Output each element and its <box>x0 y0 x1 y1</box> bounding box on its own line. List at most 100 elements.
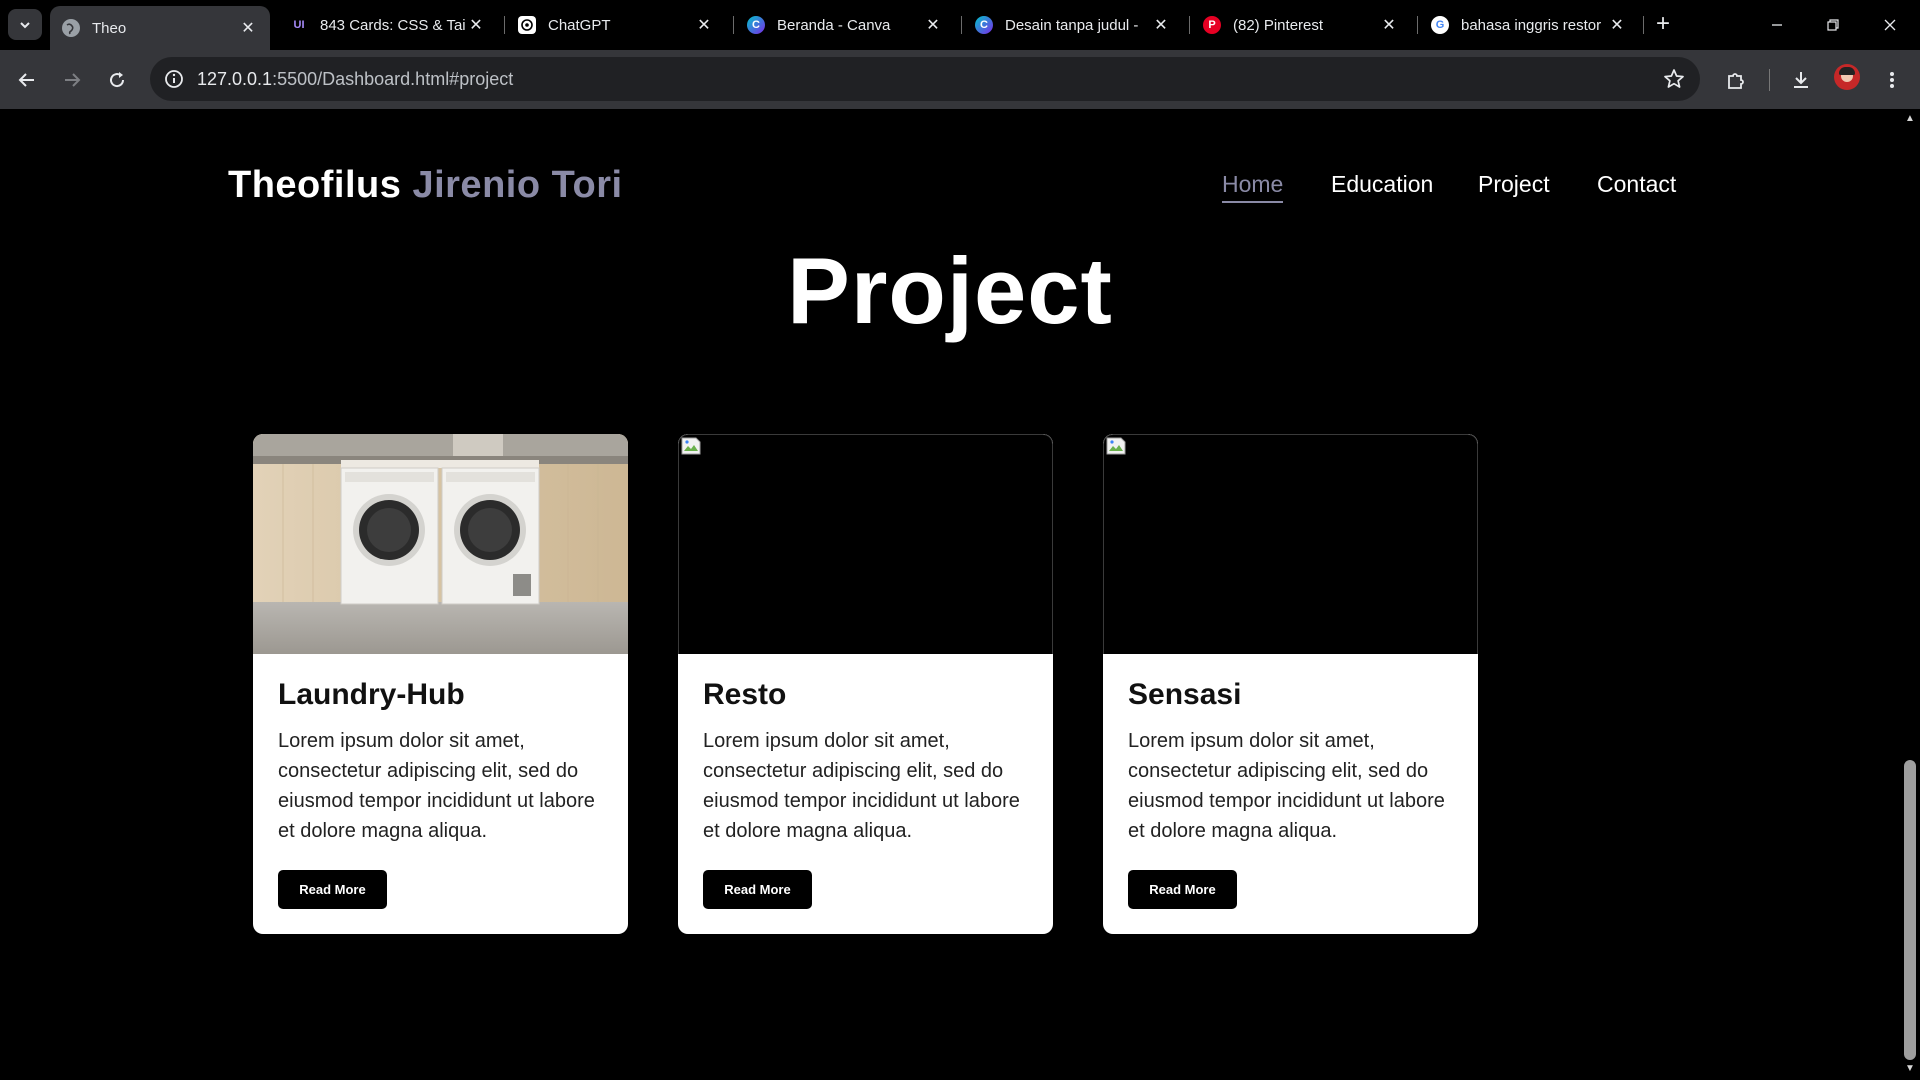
tab-title: ChatGPT <box>548 16 611 34</box>
toolbar-divider <box>1769 69 1770 91</box>
canva-icon: C <box>975 16 993 34</box>
tab-separator <box>1417 16 1418 34</box>
card-title: Resto <box>703 678 787 711</box>
site-header: Theofilus Jirenio Tori Home Education Pr… <box>0 109 1900 209</box>
nav-education[interactable]: Education <box>1331 171 1433 198</box>
section-title: Project <box>787 238 1113 343</box>
site-info-button[interactable] <box>160 65 188 93</box>
canva-icon: C <box>747 16 765 34</box>
nav-project[interactable]: Project <box>1478 171 1550 198</box>
tab-separator <box>733 16 734 34</box>
minimize-button[interactable] <box>1757 10 1797 40</box>
project-image <box>678 434 1053 654</box>
close-tab-icon[interactable]: ✕ <box>1379 15 1399 35</box>
extensions-button[interactable] <box>1720 64 1752 96</box>
tab-chatgpt[interactable]: ChatGPT ✕ <box>506 7 726 43</box>
read-more-button[interactable]: Read More <box>278 870 387 909</box>
card-title: Sensasi <box>1128 678 1242 711</box>
project-card-laundry-hub: Laundry-Hub Lorem ipsum dolor sit amet, … <box>253 434 628 934</box>
puzzle-icon <box>1728 73 1744 89</box>
avatar-hair <box>1839 67 1855 75</box>
bookmark-button[interactable] <box>1662 67 1686 91</box>
tab-title: bahasa inggris restor <box>1461 16 1602 34</box>
page-viewport: Theofilus Jirenio Tori Home Education Pr… <box>0 109 1900 1080</box>
reload-icon <box>110 72 125 88</box>
tab-pinterest[interactable]: P (82) Pinterest ✕ <box>1191 7 1411 43</box>
page-scrollbar[interactable]: ▲ ▼ <box>1900 109 1920 1080</box>
close-tab-icon[interactable]: ✕ <box>1607 15 1627 35</box>
close-tab-icon[interactable]: ✕ <box>238 18 258 38</box>
reload-button[interactable] <box>101 64 133 96</box>
washing-machines-photo <box>253 434 628 654</box>
project-image <box>1103 434 1478 654</box>
broken-image-icon <box>1106 437 1126 455</box>
card-description: Lorem ipsum dolor sit amet, consectetur … <box>703 730 1020 842</box>
close-icon <box>1884 19 1896 31</box>
star-icon <box>1664 69 1684 88</box>
back-button[interactable] <box>11 64 43 96</box>
minimize-icon <box>1772 24 1782 26</box>
menu-button[interactable] <box>1876 64 1908 96</box>
project-card-resto: Resto Lorem ipsum dolor sit amet, consec… <box>678 434 1053 934</box>
address-bar[interactable]: 127.0.0.1:5500/Dashboard.html#project <box>150 57 1700 101</box>
tab-strip: Theo ✕ UI 843 Cards: CSS & Tai ✕ ChatGPT… <box>0 0 1920 50</box>
card-description: Lorem ipsum dolor sit amet, consectetur … <box>1128 730 1445 842</box>
tab-title: Beranda - Canva <box>777 16 891 34</box>
url-text: 127.0.0.1:5500/Dashboard.html#project <box>197 69 513 90</box>
tab-separator <box>961 16 962 34</box>
broken-image-icon <box>681 437 701 455</box>
tab-title: Theo <box>92 19 127 37</box>
tab-title: Desain tanpa judul - <box>1005 16 1139 34</box>
restore-button[interactable] <box>1813 10 1853 40</box>
tab-canva-design[interactable]: C Desain tanpa judul - ✕ <box>963 7 1183 43</box>
arrow-right-icon <box>65 73 81 87</box>
url-host: 127.0.0.1 <box>197 69 273 89</box>
read-more-button[interactable]: Read More <box>1128 870 1237 909</box>
read-more-button[interactable]: Read More <box>703 870 812 909</box>
card-title: Laundry-Hub <box>278 678 465 711</box>
info-icon <box>165 70 183 88</box>
site-brand[interactable]: Theofilus Jirenio Tori <box>228 164 623 207</box>
browser-toolbar: 127.0.0.1:5500/Dashboard.html#project <box>0 50 1920 109</box>
tab-search-button[interactable] <box>8 9 42 40</box>
forward-button[interactable] <box>56 64 88 96</box>
close-tab-icon[interactable]: ✕ <box>1151 15 1171 35</box>
pinterest-icon: P <box>1203 16 1221 34</box>
url-path: :5500/Dashboard.html#project <box>272 69 514 89</box>
profile-avatar[interactable] <box>1834 64 1860 90</box>
close-tab-icon[interactable]: ✕ <box>694 15 714 35</box>
tab-theo[interactable]: Theo ✕ <box>50 6 270 50</box>
scroll-down-arrow-icon[interactable]: ▼ <box>1905 1064 1915 1074</box>
new-tab-button[interactable]: + <box>1650 12 1676 38</box>
tab-separator <box>504 16 505 34</box>
project-image <box>253 434 628 654</box>
google-icon: G <box>1431 16 1449 34</box>
close-tab-icon[interactable]: ✕ <box>923 15 943 35</box>
project-card-sensasi: Sensasi Lorem ipsum dolor sit amet, cons… <box>1103 434 1478 934</box>
nav-home[interactable]: Home <box>1222 171 1284 203</box>
close-window-button[interactable] <box>1870 10 1910 40</box>
arrow-left-icon <box>18 73 34 87</box>
chevron-down-icon <box>20 21 30 28</box>
downloads-button[interactable] <box>1785 64 1817 96</box>
download-icon <box>1794 72 1808 88</box>
uiverse-icon: UI <box>290 16 308 34</box>
globe-icon <box>62 19 80 37</box>
scrollbar-thumb[interactable] <box>1904 760 1916 1060</box>
tab-title: (82) Pinterest <box>1233 16 1324 34</box>
chatgpt-icon <box>518 16 536 34</box>
scroll-up-arrow-icon[interactable]: ▲ <box>1905 114 1915 124</box>
tab-title: 843 Cards: CSS & Tai <box>320 16 466 34</box>
tab-canva-home[interactable]: C Beranda - Canva ✕ <box>735 7 955 43</box>
brand-last-name: Jirenio Tori <box>412 164 623 206</box>
brand-first-name: Theofilus <box>228 164 402 206</box>
tab-separator <box>1643 16 1644 34</box>
more-vertical-icon <box>1890 72 1894 88</box>
restore-icon <box>1827 19 1839 31</box>
tab-google-search[interactable]: G bahasa inggris restor ✕ <box>1419 7 1639 43</box>
card-description: Lorem ipsum dolor sit amet, consectetur … <box>278 730 595 842</box>
close-tab-icon[interactable]: ✕ <box>466 15 486 35</box>
tab-separator <box>1189 16 1190 34</box>
tab-uiverse[interactable]: UI 843 Cards: CSS & Tai ✕ <box>278 7 498 43</box>
nav-contact[interactable]: Contact <box>1597 171 1676 198</box>
